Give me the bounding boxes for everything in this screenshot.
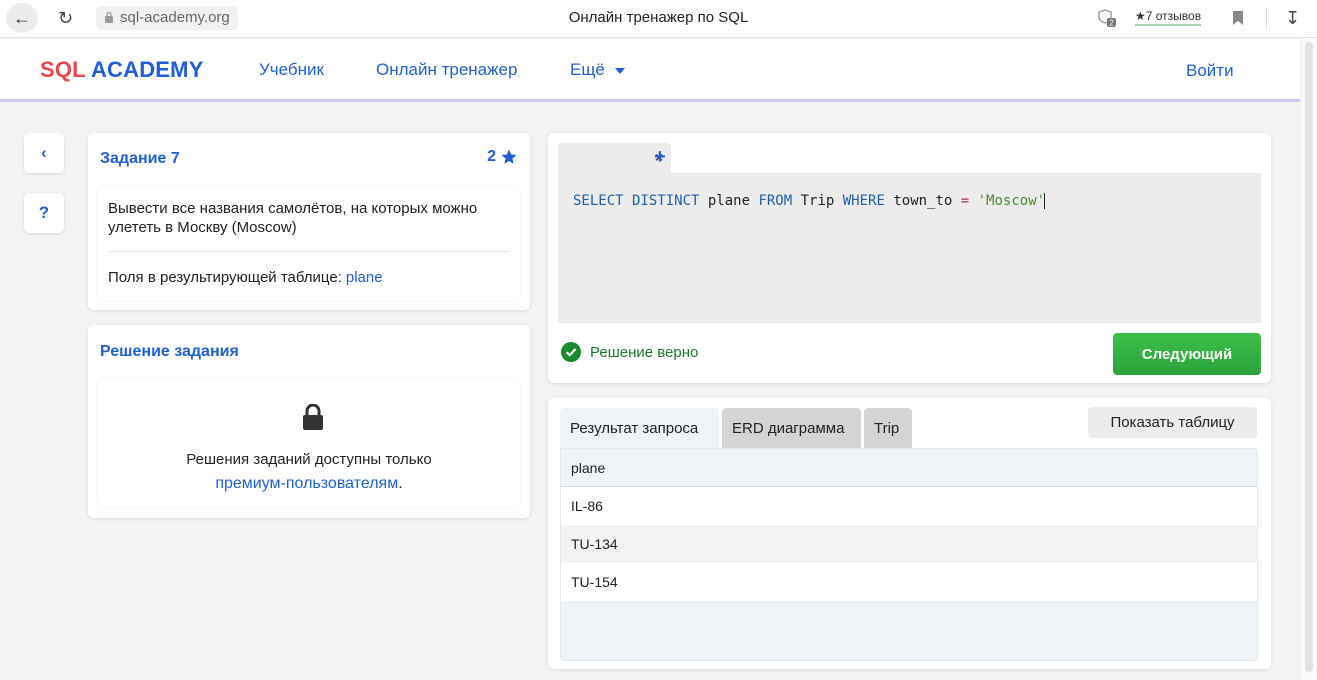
solution-body: Решения заданий доступны только премиум-… <box>98 379 520 507</box>
nav-tutorial[interactable]: Учебник <box>259 60 324 80</box>
add-tab-icon[interactable]: + <box>654 146 666 169</box>
status-text: Решение верно <box>590 343 699 361</box>
premium-message-end: . <box>398 475 403 492</box>
site-header: SQL ACADEMY Учебник Онлайн тренажер Ещё … <box>0 39 1300 102</box>
tab-trip[interactable]: Trip <box>864 408 912 448</box>
nav-more[interactable]: Ещё <box>570 60 625 80</box>
nav-more-label: Ещё <box>570 60 605 79</box>
logo-academy: ACADEMY <box>90 57 204 82</box>
task-description: Вывести все названия самолётов, на котор… <box>108 200 478 236</box>
show-table-button[interactable]: Показать таблицу <box>1088 407 1257 438</box>
task-card: Задание 7 2 Вывести все названия самолёт… <box>88 133 530 310</box>
check-circle-icon <box>561 342 581 362</box>
result-table: plane IL-86 TU-134 TU-154 <box>560 448 1258 661</box>
extension-badge: 2 <box>1109 19 1114 28</box>
padlock-icon <box>303 404 323 430</box>
status-message: Решение верно <box>561 342 698 362</box>
fields-label: Поля в результирующей таблице: <box>108 269 342 286</box>
scrollbar-thumb[interactable] <box>1305 42 1313 672</box>
sql-editor[interactable]: SELECT DISTINCT plane FROM Trip WHERE to… <box>558 173 1261 323</box>
task-score: 2 <box>487 148 518 166</box>
code-token: Trip <box>792 193 843 209</box>
code-token: WHERE <box>842 193 885 209</box>
toolbar-divider <box>1266 8 1267 30</box>
premium-link[interactable]: премиум-пользователям <box>215 475 398 492</box>
vertical-scrollbar[interactable] <box>1300 38 1317 680</box>
lock-icon <box>105 12 113 23</box>
premium-message-link-line: премиум-пользователям. <box>98 475 520 493</box>
code-token: 'Moscow' <box>969 193 1046 209</box>
result-card: Результат запроса ERD диаграмма Trip Пок… <box>548 398 1271 669</box>
code-token: = <box>960 193 970 209</box>
task-score-value: 2 <box>487 148 496 165</box>
editor-card: × + SELECT DISTINCT plane FROM Trip WHER… <box>548 133 1271 383</box>
url-text: sql-academy.org <box>120 9 230 26</box>
table-row: IL-86 <box>561 487 1257 525</box>
login-link[interactable]: Войти <box>1186 61 1234 81</box>
logo-sql: SQL <box>40 57 86 82</box>
help-button[interactable]: ? <box>24 193 64 233</box>
browser-toolbar: ← ↻ sql-academy.org Онлайн тренажер по S… <box>0 0 1317 38</box>
fields-value: plane <box>345 269 383 286</box>
bookmark-icon[interactable] <box>1232 10 1244 26</box>
editor-tabbar: × + <box>558 143 1261 173</box>
address-bar[interactable]: sql-academy.org <box>96 6 238 30</box>
extension-shield-icon[interactable]: 2 <box>1097 8 1117 28</box>
code-token: town_to <box>884 193 961 209</box>
next-button[interactable]: Следующий <box>1113 333 1261 375</box>
reload-icon[interactable]: ↻ <box>58 8 73 29</box>
premium-message: Решения заданий доступны только <box>186 451 432 468</box>
download-icon[interactable]: ↧ <box>1285 8 1300 29</box>
solution-title: Решение задания <box>100 343 239 360</box>
table-row: TU-134 <box>561 525 1257 563</box>
table-row: TU-154 <box>561 563 1257 601</box>
task-title: Задание 7 <box>100 150 180 167</box>
solution-card: Решение задания Решения заданий доступны… <box>88 325 530 518</box>
code-token: SELECT DISTINCT <box>573 193 700 209</box>
logo[interactable]: SQL ACADEMY <box>40 57 204 83</box>
star-icon <box>501 149 517 164</box>
tab-query-result[interactable]: Результат запроса <box>560 408 719 448</box>
back-button[interactable]: ‹ <box>24 133 64 173</box>
task-body: Вывести все названия самолётов, на котор… <box>98 187 520 300</box>
divider <box>108 251 510 252</box>
table-header-cell: plane <box>561 449 1257 487</box>
nav-trainer[interactable]: Онлайн тренажер <box>376 60 517 80</box>
code-token: plane <box>699 193 759 209</box>
caret-down-icon <box>614 67 625 74</box>
reviews-link[interactable]: ★7 отзывов <box>1135 9 1202 26</box>
result-fields: Поля в результирующей таблице: plane <box>108 269 383 286</box>
back-arrow-icon[interactable]: ← <box>6 3 38 33</box>
text-cursor <box>1044 193 1046 209</box>
tab-erd-diagram[interactable]: ERD диаграмма <box>722 408 861 448</box>
code-token: FROM <box>758 193 793 209</box>
